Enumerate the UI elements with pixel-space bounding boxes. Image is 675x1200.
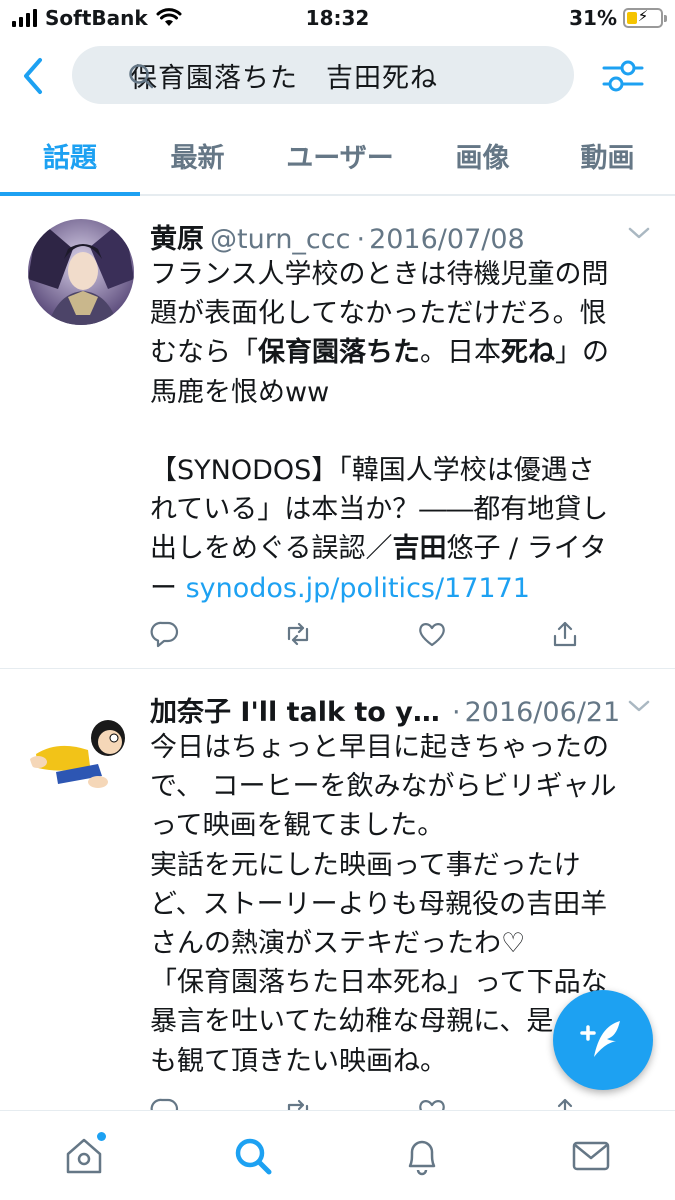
tweet-date[interactable]: 2016/07/08 (356, 224, 525, 255)
tweet-line: むなら「保育園落ちた。日本死ね」の (150, 337, 609, 369)
tweet-line: 【SYNODOS】「韓国人学校は優遇さ (150, 455, 595, 486)
tweet-line: 馬鹿を恨めww (150, 376, 330, 408)
chevron-down-icon[interactable] (627, 225, 651, 241)
back-icon (24, 58, 42, 94)
retweet-icon[interactable] (283, 619, 313, 649)
tweet-blank-line (150, 412, 650, 451)
tweet-header: 加奈子 I'll talk to yo... 2016/06/21 (150, 690, 651, 729)
avatar-image (28, 692, 134, 798)
search-query: 保育園落ちた 吉田死ね (130, 62, 438, 94)
avatar[interactable] (28, 219, 134, 325)
tweet-line: ー synodos.jp/politics/17171 (150, 569, 650, 608)
battery-percent: 31% (569, 6, 617, 30)
avatar[interactable] (28, 692, 134, 798)
tab-users[interactable]: ユーザー (255, 116, 425, 194)
status-bar: SoftBank 18:32 31% ⚡ (0, 0, 675, 36)
search-input[interactable]: 保育園落ちた 吉田死ね (72, 46, 574, 104)
like-icon[interactable] (417, 619, 447, 649)
tweet-line: 「保育園落ちた日本死ね」って下品な (150, 967, 608, 999)
nav-search[interactable] (223, 1126, 283, 1186)
tweet-link[interactable]: synodos.jp/politics/17171 (186, 573, 530, 604)
tweet-highlight: 保育園落ちた (258, 337, 420, 369)
battery-icon: ⚡ (623, 7, 667, 28)
search-icon (235, 1138, 272, 1174)
nav-messages[interactable] (561, 1126, 621, 1186)
tweet-text-segment: ー (150, 572, 186, 604)
tweet-actions (150, 619, 580, 649)
search-icon (129, 64, 154, 89)
tweet-text: フランス人学校のときは待機児童の問 題が表面化してなかっただけだろ。恨 むなら「… (150, 255, 650, 608)
tweet-author-name[interactable]: 加奈子 I'll talk to yo... (150, 690, 446, 729)
bottom-nav (0, 1110, 675, 1200)
status-right: 31% ⚡ (569, 6, 667, 30)
tweet-highlight: 吉田 (392, 533, 447, 565)
nav-home[interactable] (54, 1126, 114, 1186)
notifications-icon (408, 1140, 436, 1175)
charging-icon: ⚡ (637, 7, 649, 25)
tab-latest[interactable]: 最新 (140, 116, 255, 194)
tweet[interactable]: 黄原 @turn_ccc 2016/07/08 フランス人学校のときは待機児童の… (0, 197, 675, 669)
tweet-author-handle[interactable]: @turn_ccc (210, 224, 350, 255)
avatar-image (28, 219, 134, 325)
tweet-line: れている」は本当か？――都有地貸し (150, 494, 609, 526)
tweet-text-segment: 悠子 / ライタ (446, 533, 607, 565)
tweet-line: 題が表面化してなかっただけだろ。恨 (150, 298, 607, 330)
filter-icon (602, 60, 644, 92)
tweet-text-segment: 。日本 (420, 337, 501, 369)
tweet-author-name[interactable]: 黄原 (150, 217, 204, 256)
share-icon[interactable] (550, 619, 580, 649)
tab-top[interactable]: 話題 (0, 116, 140, 196)
filter-button[interactable] (600, 54, 646, 98)
tweet-highlight: 死ね (501, 337, 555, 369)
tweet-header: 黄原 @turn_ccc 2016/07/08 (150, 217, 651, 256)
tweet-date[interactable]: 2016/06/21 (452, 697, 621, 728)
tweet-text-segment: なら「 (177, 337, 258, 369)
tweet-text-segment: 出しをめぐる誤認／ (150, 533, 393, 565)
tweet-line: フランス人学校のときは待機児童の問 (150, 259, 609, 290)
tweet-line: ど、ストーリーよりも母親役の吉田羊 (150, 888, 608, 920)
compose-icon (580, 1021, 620, 1057)
tweet-line: で、 コーヒーを飲みながらビリギャル (150, 771, 617, 803)
tab-images[interactable]: 画像 (425, 116, 540, 194)
chevron-down-icon[interactable] (627, 698, 651, 714)
tweet-line: って映画を観てました。 (150, 810, 445, 842)
back-button[interactable] (18, 54, 54, 98)
nav-notifications[interactable] (392, 1126, 452, 1186)
search-tabs: 話題 最新 ユーザー 画像 動画 (0, 116, 675, 196)
compose-tweet-button[interactable] (553, 990, 653, 1090)
tweet-text-segment: 」の (555, 337, 609, 369)
reply-icon[interactable] (150, 619, 180, 649)
new-tweets-dot (97, 1131, 107, 1141)
tweet-line: 今日はちょっと早目に起きちゃったの (150, 732, 609, 763)
tweet-line: 実話を元にした映画って事だったけ (150, 849, 581, 881)
messages-icon (572, 1141, 609, 1170)
tab-videos[interactable]: 動画 (540, 116, 675, 194)
tweet-line: さんの熱演がステキだったわ♡ (150, 928, 526, 960)
tweet-line: 出しをめぐる誤認／吉田悠子 / ライタ (150, 529, 650, 568)
search-header: 保育園落ちた 吉田死ね (0, 36, 675, 116)
